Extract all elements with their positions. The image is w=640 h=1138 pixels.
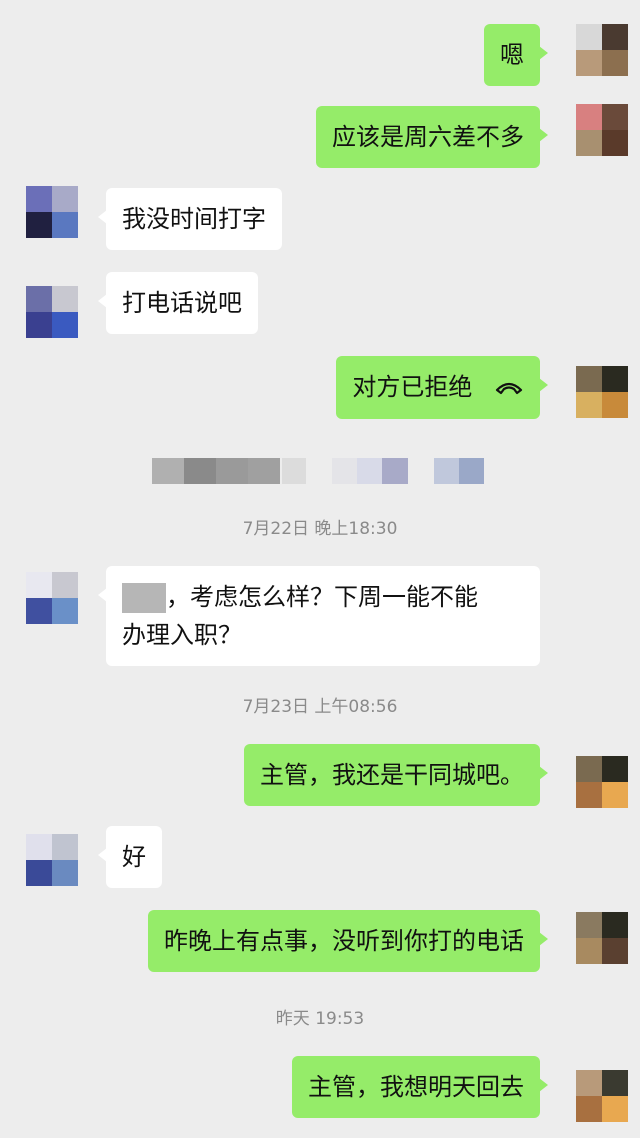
message-text: 嗯	[500, 41, 524, 69]
timestamp: 7月23日 上午08:56	[242, 697, 398, 717]
sent-message-bubble[interactable]: 主管，我还是干同城吧。	[244, 744, 548, 806]
message-text: 办理入职？	[122, 621, 242, 649]
self-avatar[interactable]	[576, 104, 628, 156]
message-text: 打电话说吧	[122, 289, 242, 317]
sent-message-bubble[interactable]: 昨晚上有点事，没听到你打的电话	[148, 910, 548, 972]
received-message-bubble[interactable]: ，考虑怎么样？下周一能不能 办理入职？	[98, 566, 540, 666]
contact-avatar[interactable]	[26, 834, 78, 886]
message-text: 主管，我还是干同城吧。	[260, 761, 524, 789]
received-message-bubble[interactable]: 好	[98, 826, 162, 888]
contact-avatar[interactable]	[26, 186, 78, 238]
self-avatar[interactable]	[576, 1070, 628, 1122]
chat-screen: { "messages": { "m1": "嗯", "m2": "应该是周六差…	[0, 0, 640, 1138]
redacted-mosaic	[332, 458, 408, 484]
sent-message-bubble[interactable]: 主管，我想明天回去	[292, 1056, 548, 1118]
redacted-name	[122, 583, 166, 613]
message-text: 好	[122, 843, 146, 871]
message-text: 对方已拒绝	[352, 373, 473, 401]
message-text: 昨晚上有点事，没听到你打的电话	[164, 927, 524, 955]
message-text: 应该是周六差不多	[332, 123, 524, 151]
timestamp: 昨天 19:53	[275, 1009, 365, 1029]
message-text: ，考虑怎么样？下周一能不能	[166, 583, 478, 611]
redacted-mosaic	[282, 458, 306, 484]
self-avatar[interactable]	[576, 24, 628, 76]
self-avatar[interactable]	[576, 912, 628, 964]
contact-avatar[interactable]	[26, 286, 78, 338]
sent-message-bubble[interactable]: 嗯	[484, 24, 548, 86]
timestamp: 7月22日 晚上18:30	[242, 519, 398, 539]
self-avatar[interactable]	[576, 756, 628, 808]
phone-hangup-icon	[494, 369, 524, 407]
sent-message-bubble[interactable]: 应该是周六差不多	[316, 106, 548, 168]
received-message-bubble[interactable]: 我没时间打字	[98, 188, 282, 250]
received-message-bubble[interactable]: 打电话说吧	[98, 272, 258, 334]
call-declined-bubble[interactable]: 对方已拒绝	[336, 356, 548, 419]
message-text: 我没时间打字	[122, 205, 266, 233]
contact-avatar[interactable]	[26, 572, 78, 624]
redacted-mosaic	[434, 458, 484, 484]
message-text: 主管，我想明天回去	[308, 1073, 524, 1101]
redacted-mosaic	[152, 458, 280, 484]
self-avatar[interactable]	[576, 366, 628, 418]
